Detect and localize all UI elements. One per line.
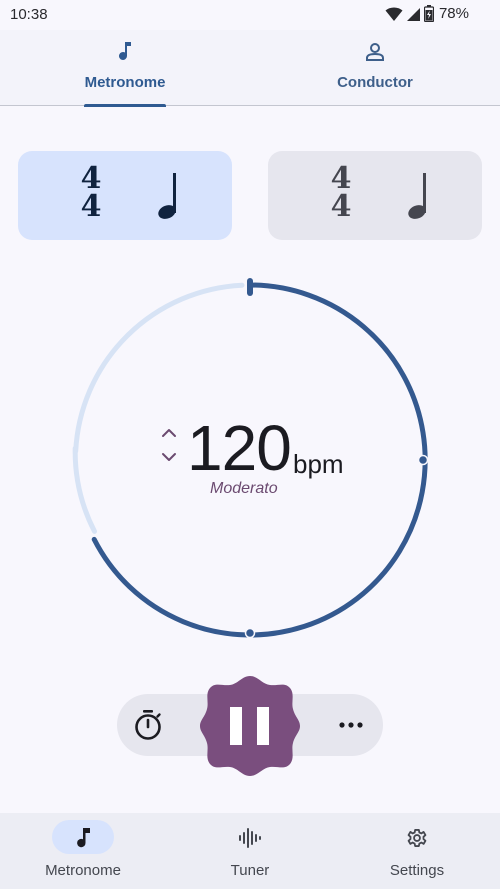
wifi-icon — [385, 7, 403, 21]
subdivision-card[interactable]: 4 4 — [268, 151, 482, 240]
tab-conductor[interactable]: Conductor — [250, 30, 500, 106]
tab-label: Metronome — [84, 74, 166, 91]
bpm-unit: bpm — [293, 449, 344, 479]
beat-dot — [417, 454, 429, 466]
music-note-icon — [119, 42, 131, 60]
tab-metronome[interactable]: Metronome — [0, 30, 250, 107]
dial-track — [72, 445, 97, 534]
battery-icon — [423, 5, 434, 22]
status-icons: 78% — [385, 5, 469, 22]
music-note-icon — [77, 828, 90, 848]
gear-icon — [407, 829, 427, 847]
time-sig-denominator: 4 — [330, 189, 352, 224]
time-signature: 4 4 — [326, 164, 356, 224]
signal-icon — [406, 7, 420, 21]
chevron-down-icon[interactable] — [160, 452, 178, 464]
nav-settings[interactable]: Settings — [334, 813, 500, 889]
quarter-note-icon — [408, 173, 426, 219]
status-time: 10:38 — [10, 6, 48, 23]
more-horiz-icon[interactable] — [337, 713, 365, 737]
waveform-icon — [239, 828, 261, 848]
dial-handle — [247, 278, 253, 296]
time-sig-denominator: 4 — [80, 189, 102, 224]
pause-button[interactable] — [200, 676, 300, 776]
chevron-up-icon[interactable] — [160, 426, 178, 438]
status-bar: 10:38 78% — [0, 0, 500, 30]
beat-dot — [244, 627, 256, 639]
timer-icon[interactable] — [133, 709, 163, 741]
nav-label: Settings — [389, 862, 445, 879]
bottom-navigation: Metronome Tuner Settings — [0, 813, 500, 889]
time-signature: 4 4 — [76, 164, 106, 224]
person-icon — [366, 43, 384, 61]
nav-label: Metronome — [45, 862, 121, 879]
top-tab-bar: Metronome Conductor — [0, 30, 500, 107]
bpm-value[interactable]: 120 — [187, 416, 292, 480]
scalloped-shape — [200, 676, 300, 776]
bpm-display: 120 bpm Moderato — [160, 414, 360, 504]
nav-label: Tuner — [230, 862, 270, 879]
tab-indicator — [84, 104, 166, 107]
tab-label: Conductor — [337, 74, 413, 91]
tempo-marking: Moderato — [210, 480, 278, 497]
beat-settings-card[interactable]: 4 4 — [18, 151, 232, 240]
nav-metronome[interactable]: Metronome — [0, 813, 166, 889]
quarter-note-icon — [158, 173, 176, 219]
nav-tuner[interactable]: Tuner — [167, 813, 333, 889]
battery-percent: 78% — [438, 5, 469, 22]
